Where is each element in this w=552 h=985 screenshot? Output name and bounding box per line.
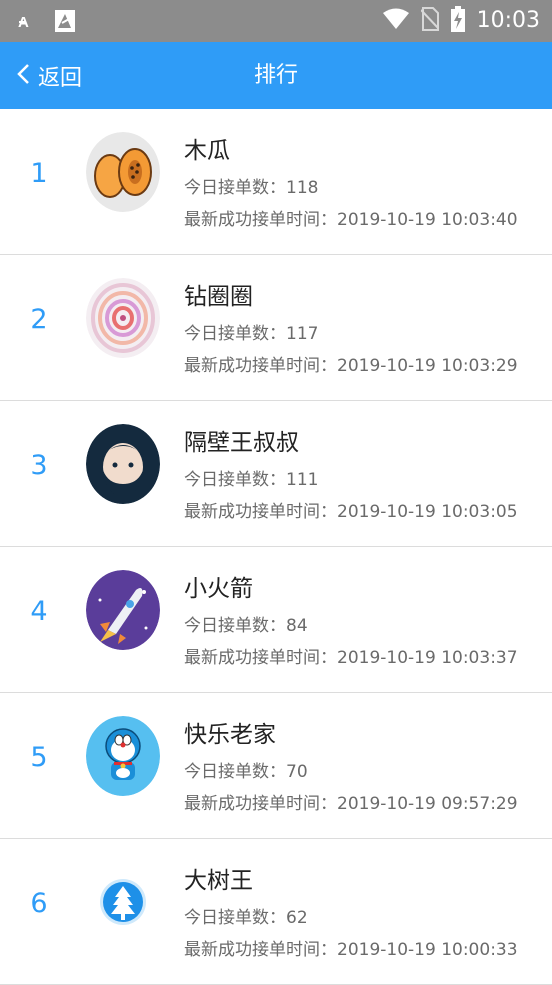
ranking-list: 1 木瓜 今日接单数：118 最新成功接单时间：2019-10-19 10:03… <box>0 109 552 985</box>
ranking-row[interactable]: 3 隔壁王叔叔 今日接单数：111 最新成功接单时间：2019-10-19 10… <box>0 401 552 547</box>
last-order-time: 最新成功接单时间：2019-10-19 10:03:37 <box>184 648 518 668</box>
user-name: 小火箭 <box>184 576 253 602</box>
ranking-row[interactable]: 5 快乐老家 今日接单数：70 最新成功接单时间：2019-10-19 09:5… <box>0 693 552 839</box>
rank-number: 1 <box>30 158 48 189</box>
font-icon: A <box>18 12 40 34</box>
page-title: 排行 <box>253 63 298 88</box>
status-bar: A 10:03 <box>0 0 552 42</box>
doraemon-avatar <box>86 716 160 796</box>
ranking-row[interactable]: 4 小火箭 今日接单数：84 最新成功接单时间：2019-10-19 10:03… <box>0 547 552 693</box>
nav-bar: 排行 返回 <box>0 42 552 109</box>
battery-charging-icon <box>450 6 465 36</box>
last-order-time: 最新成功接单时间：2019-10-19 10:03:29 <box>184 356 518 376</box>
clock: 10:03 <box>476 8 540 33</box>
back-button[interactable]: 返回 <box>16 42 82 109</box>
today-orders: 今日接单数：111 <box>184 470 319 490</box>
ranking-row[interactable]: 1 木瓜 今日接单数：118 最新成功接单时间：2019-10-19 10:03… <box>0 109 552 255</box>
today-orders: 今日接单数：84 <box>184 616 308 636</box>
spiral-avatar <box>86 278 160 358</box>
rank-number: 5 <box>30 742 48 773</box>
back-label: 返回 <box>38 65 83 91</box>
ranking-row[interactable]: 6 大树王 今日接单数：62 最新成功接单时间：2019-10-19 10:00… <box>0 839 552 985</box>
papaya-avatar <box>86 132 160 212</box>
rank-number: 6 <box>30 888 48 919</box>
chevron-left-icon <box>16 63 30 89</box>
last-order-time: 最新成功接单时间：2019-10-19 10:00:33 <box>184 940 518 960</box>
last-order-time: 最新成功接单时间：2019-10-19 09:57:29 <box>184 794 518 814</box>
rank-number: 2 <box>30 304 48 335</box>
app-notification-icon <box>54 9 76 37</box>
no-sim-icon <box>419 7 440 35</box>
user-name: 大树王 <box>184 868 253 894</box>
user-name: 快乐老家 <box>184 722 276 748</box>
user-name: 钻圈圈 <box>184 284 253 310</box>
rank-number: 4 <box>30 596 48 627</box>
last-order-time: 最新成功接单时间：2019-10-19 10:03:40 <box>184 210 518 230</box>
tree-avatar <box>86 862 160 942</box>
today-orders: 今日接单数：118 <box>184 178 319 198</box>
user-name: 隔壁王叔叔 <box>184 430 299 456</box>
last-order-time: 最新成功接单时间：2019-10-19 10:03:05 <box>184 502 518 522</box>
ranking-row[interactable]: 2 钻圈圈 今日接单数：117 最新成功接单时间：2019-10-19 10:0… <box>0 255 552 401</box>
bearded-man-avatar <box>86 424 160 504</box>
rocket-avatar <box>86 570 160 650</box>
rank-number: 3 <box>30 450 48 481</box>
wifi-icon <box>382 8 409 34</box>
user-name: 木瓜 <box>184 138 230 164</box>
today-orders: 今日接单数：117 <box>184 324 319 344</box>
today-orders: 今日接单数：70 <box>184 762 308 782</box>
today-orders: 今日接单数：62 <box>184 908 308 928</box>
